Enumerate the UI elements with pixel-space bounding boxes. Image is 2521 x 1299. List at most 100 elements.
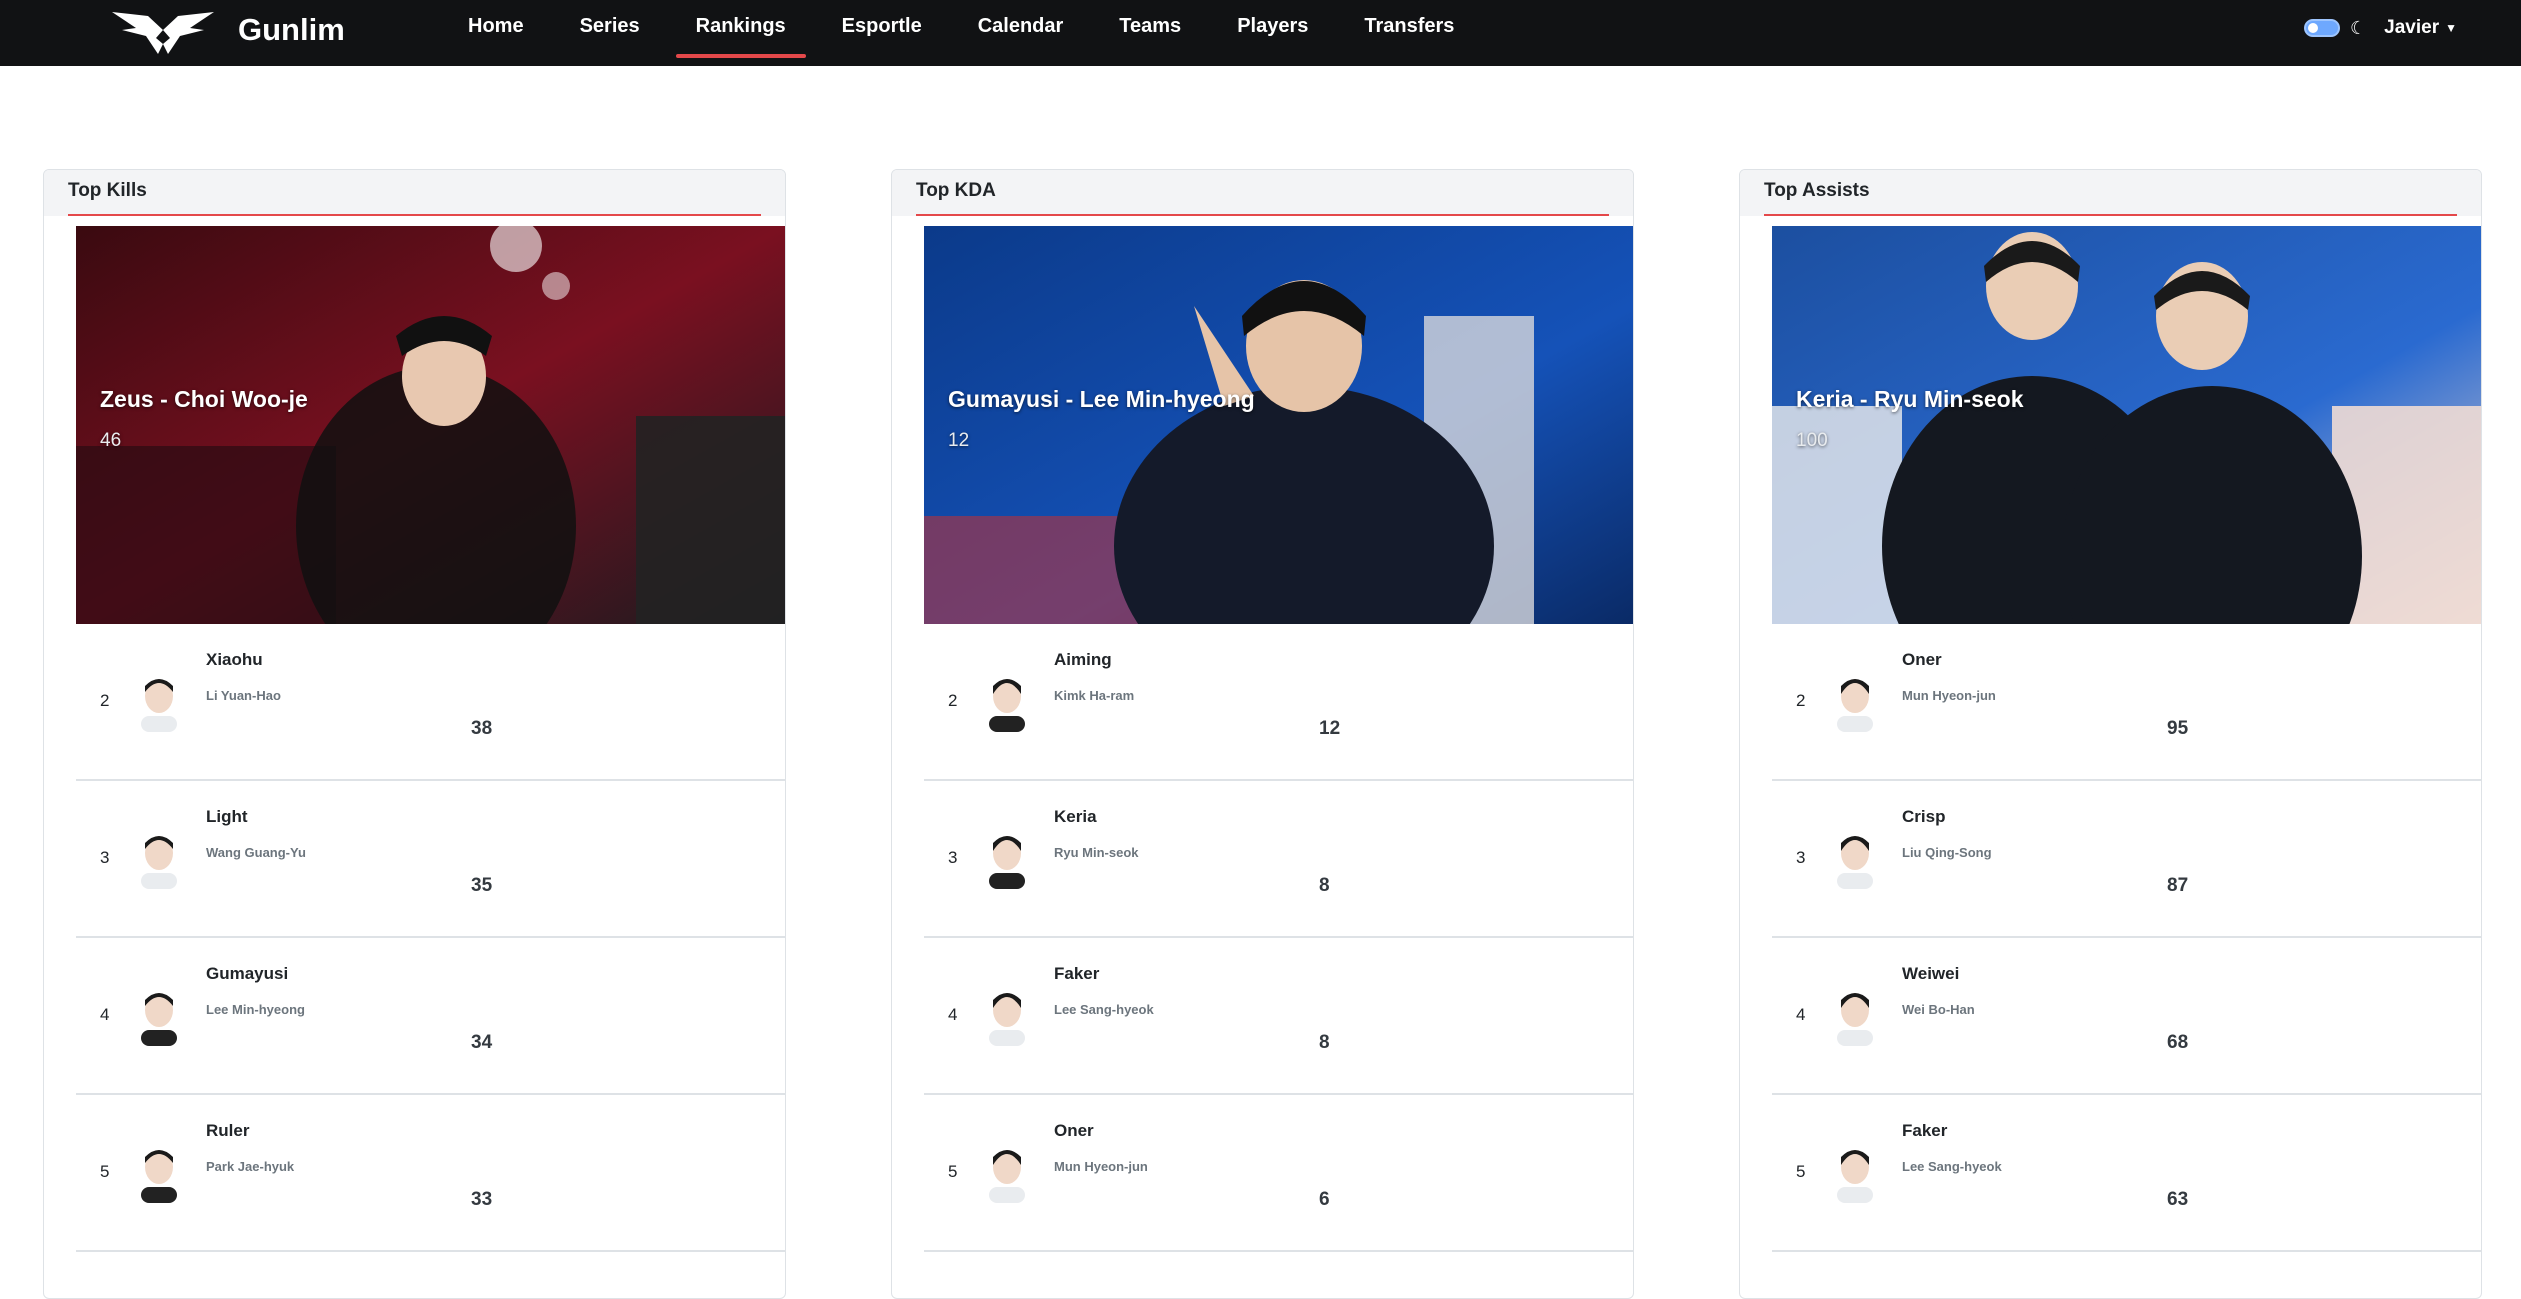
ranking-row[interactable]: 4 Faker Lee Sang-hyeok 8 [924, 938, 1633, 1095]
hero-photo [924, 226, 1633, 624]
player-nickname: Faker [1902, 1121, 1948, 1140]
hero-player-banner[interactable]: Gumayusi - Lee Min-hyeong 12 [924, 226, 1633, 624]
player-nickname: Oner [1054, 1121, 1094, 1140]
player-avatar [141, 836, 177, 889]
nav-transfers[interactable]: Transfers [1344, 0, 1474, 58]
nav-right: ☾ Javier ▼ [2304, 14, 2457, 42]
player-avatar [1837, 679, 1873, 732]
nav-esportle[interactable]: Esportle [822, 0, 942, 58]
rank-number: 2 [1796, 691, 1806, 710]
hero-player-name: Zeus - Choi Woo-je [100, 386, 308, 412]
ranking-list: 2 Aiming Kimk Ha-ram 12 3 Keria Ryu Min-… [924, 624, 1633, 1252]
chevron-down-icon[interactable]: ▼ [2445, 21, 2457, 35]
nav-players[interactable]: Players [1217, 0, 1328, 58]
card-title: Top Kills [68, 180, 147, 201]
nav-home[interactable]: Home [448, 0, 544, 58]
player-nickname: Weiwei [1902, 964, 1960, 983]
player-realname: Kimk Ha-ram [1054, 688, 1135, 703]
nav-series[interactable]: Series [560, 0, 660, 58]
ranking-row[interactable]: 5 Faker Lee Sang-hyeok 63 [1772, 1095, 2481, 1252]
top-navbar: Gunlim Home Series Rankings Esportle Cal… [0, 0, 2521, 66]
ranking-row[interactable]: 3 Crisp Liu Qing-Song 87 [1772, 781, 2481, 938]
player-realname: Mun Hyeon-jun [1902, 688, 1996, 703]
player-nickname: Xiaohu [206, 650, 263, 669]
card-header: Top KDA [892, 170, 1633, 216]
player-realname: Lee Sang-hyeok [1054, 1002, 1154, 1017]
ranking-row[interactable]: 2 Aiming Kimk Ha-ram 12 [924, 624, 1633, 781]
moon-icon: ☾ [2350, 17, 2367, 38]
hero-stat-value: 46 [100, 430, 122, 451]
player-stat-value: 87 [2167, 875, 2189, 896]
player-realname: Wang Guang-Yu [206, 845, 306, 860]
ranking-row[interactable]: 3 Keria Ryu Min-seok 8 [924, 781, 1633, 938]
card-title-underline [1764, 214, 2457, 216]
ranking-list: 2 Oner Mun Hyeon-jun 95 3 Crisp Liu Qing… [1772, 624, 2481, 1252]
player-stat-value: 63 [2167, 1189, 2189, 1210]
player-nickname: Crisp [1902, 807, 1946, 826]
ranking-row[interactable]: 4 Gumayusi Lee Min-hyeong 34 [76, 938, 785, 1095]
rank-number: 2 [948, 691, 958, 710]
rank-number: 3 [948, 848, 958, 867]
player-avatar [141, 1150, 177, 1203]
player-avatar [989, 1150, 1025, 1203]
nav-calendar[interactable]: Calendar [958, 0, 1084, 58]
rank-number: 4 [948, 1005, 958, 1024]
ranking-row[interactable]: 5 Ruler Park Jae-hyuk 33 [76, 1095, 785, 1252]
card-header: Top Kills [44, 170, 785, 216]
theme-toggle[interactable] [2304, 19, 2341, 37]
brand-name: Gunlim [238, 12, 345, 47]
user-menu[interactable]: Javier [2384, 17, 2439, 39]
player-stat-value: 33 [471, 1189, 493, 1210]
player-nickname: Gumayusi [206, 964, 289, 983]
player-realname: Lee Min-hyeong [206, 1002, 305, 1017]
hero-player-banner[interactable]: Zeus - Choi Woo-je 46 [76, 226, 785, 624]
main-nav: Home Series Rankings Esportle Calendar T… [448, 0, 1490, 66]
player-stat-value: 8 [1319, 1032, 1330, 1053]
ranking-card-top-kda: Top KDA Gumayusi - Lee Min-hyeong 12 2 A… [891, 169, 1634, 1299]
hero-player-name: Keria - Ryu Min-seok [1796, 386, 2024, 412]
player-nickname: Ruler [206, 1121, 250, 1140]
hero-player-banner[interactable]: Keria - Ryu Min-seok 100 [1772, 226, 2481, 624]
ranking-row[interactable]: 2 Oner Mun Hyeon-jun 95 [1772, 624, 2481, 781]
player-stat-value: 38 [471, 718, 493, 739]
rank-number: 2 [100, 691, 110, 710]
rank-number: 5 [100, 1162, 110, 1181]
ranking-row[interactable]: 5 Oner Mun Hyeon-jun 6 [924, 1095, 1633, 1252]
player-realname: Ryu Min-seok [1054, 845, 1139, 860]
card-title-underline [68, 214, 761, 216]
player-avatar [141, 993, 177, 1046]
player-realname: Wei Bo-Han [1902, 1002, 1975, 1017]
ranking-row[interactable]: 2 Xiaohu Li Yuan-Hao 38 [76, 624, 785, 781]
player-avatar [989, 836, 1025, 889]
player-stat-value: 6 [1319, 1189, 1330, 1210]
player-nickname: Light [206, 807, 248, 826]
hero-stat-value: 12 [948, 430, 970, 451]
player-stat-value: 95 [2167, 718, 2189, 739]
ranking-row[interactable]: 3 Light Wang Guang-Yu 35 [76, 781, 785, 938]
ranking-row[interactable]: 4 Weiwei Wei Bo-Han 68 [1772, 938, 2481, 1095]
player-avatar [141, 679, 177, 732]
brand-logo-icon [112, 12, 214, 54]
card-title: Top Assists [1764, 180, 1870, 201]
ranking-list: 2 Xiaohu Li Yuan-Hao 38 3 Light Wang Gua… [76, 624, 785, 1252]
hero-photo [76, 226, 785, 624]
card-header: Top Assists [1740, 170, 2481, 216]
player-realname: Liu Qing-Song [1902, 845, 1992, 860]
brand-link[interactable]: Gunlim [108, 4, 345, 56]
player-avatar [989, 993, 1025, 1046]
player-stat-value: 68 [2167, 1032, 2189, 1053]
rank-number: 5 [1796, 1162, 1806, 1181]
nav-rankings[interactable]: Rankings [675, 0, 806, 58]
player-stat-value: 35 [471, 875, 493, 896]
player-realname: Park Jae-hyuk [206, 1159, 295, 1174]
player-realname: Lee Sang-hyeok [1902, 1159, 2002, 1174]
player-stat-value: 8 [1319, 875, 1330, 896]
player-stat-value: 34 [471, 1032, 493, 1053]
player-avatar [989, 679, 1025, 732]
hero-player-name: Gumayusi - Lee Min-hyeong [948, 386, 1255, 412]
rank-number: 3 [1796, 848, 1806, 867]
nav-teams[interactable]: Teams [1099, 0, 1201, 58]
player-avatar [1837, 836, 1873, 889]
rank-number: 3 [100, 848, 110, 867]
card-title-underline [916, 214, 1609, 216]
